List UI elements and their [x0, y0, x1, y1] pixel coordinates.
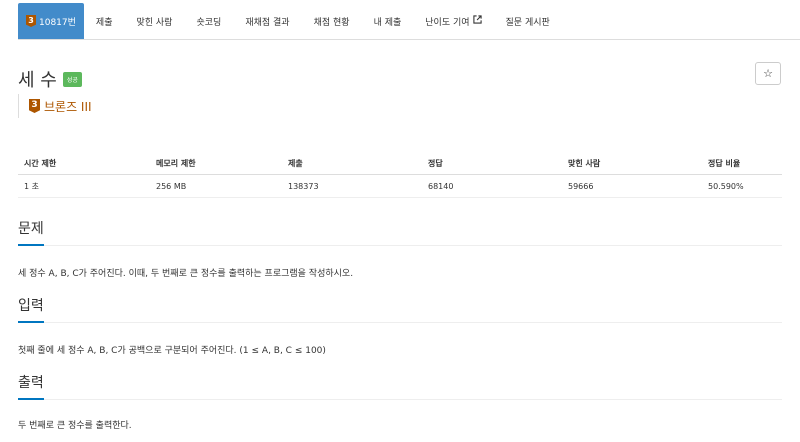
section-description: 문제 세 정수 A, B, C가 주어진다. 이때, 두 번째로 큰 정수를 출… — [18, 219, 782, 279]
tab-difficulty-label: 난이도 기여 — [425, 17, 470, 28]
bronze-tier-badge-icon: 3 — [29, 99, 40, 113]
tab-short-coding[interactable]: 숏코딩 — [184, 3, 233, 39]
bronze-tier-icon: 3 — [26, 15, 36, 27]
table-row: 1 초 256 MB 138373 68140 59666 50.590% — [18, 174, 782, 198]
section-body: 첫째 줄에 세 정수 A, B, C가 공백으로 구분되어 주어진다. (1 ≤… — [18, 346, 326, 356]
tab-problem-label: 10817번 — [39, 17, 76, 28]
status-badge: 성공 — [62, 71, 82, 87]
tab-difficulty-contribution[interactable]: 난이도 기여 — [413, 3, 493, 39]
tier-label: 브론즈 III — [44, 99, 92, 114]
favorite-star-button[interactable]: ☆ — [755, 62, 781, 85]
problem-nav-tabs: 3 10817번 제출 맞힌 사람 숏코딩 재채점 결과 채점 현황 내 제출 … — [18, 3, 800, 40]
header-submissions: 제출 — [282, 152, 422, 175]
cell-memory-limit: 256 MB — [150, 174, 282, 198]
section-title: 입력 — [18, 296, 782, 323]
section-title-text: 입력 — [18, 298, 44, 314]
problem-info-table: 시간 제한 메모리 제한 제출 정답 맞힌 사람 정답 비율 1 초 256 M… — [18, 152, 782, 198]
section-underline — [18, 398, 44, 400]
section-input: 입력 첫째 줄에 세 정수 A, B, C가 공백으로 구분되어 주어진다. (… — [18, 296, 782, 356]
section-underline — [18, 244, 44, 246]
tab-problem[interactable]: 3 10817번 — [18, 3, 84, 39]
section-title: 출력 — [18, 373, 782, 400]
section-underline — [18, 321, 44, 323]
section-title-text: 출력 — [18, 375, 44, 391]
tab-submit[interactable]: 제출 — [84, 3, 125, 39]
cell-time-limit: 1 초 — [18, 174, 150, 198]
cell-accept-ratio: 50.590% — [702, 174, 782, 198]
tab-rejudge-results[interactable]: 재채점 결과 — [233, 3, 301, 39]
cell-accepted: 68140 — [422, 174, 562, 198]
problem-tier: 3 브론즈 III — [18, 94, 92, 118]
header-time-limit: 시간 제한 — [18, 152, 150, 175]
header-accepted: 정답 — [422, 152, 562, 175]
tab-my-submissions[interactable]: 내 제출 — [362, 3, 414, 39]
section-body: 두 번째로 큰 정수를 출력한다. — [18, 421, 132, 431]
header-solved-users: 맞힌 사람 — [562, 152, 702, 175]
tab-judge-status[interactable]: 채점 현황 — [302, 3, 362, 39]
header-accept-ratio: 정답 비율 — [702, 152, 782, 175]
section-title: 문제 — [18, 219, 782, 246]
star-icon: ☆ — [763, 67, 773, 80]
section-output: 출력 두 번째로 큰 정수를 출력한다. — [18, 373, 782, 431]
problem-title: 세 수 — [18, 70, 57, 91]
header-memory-limit: 메모리 제한 — [150, 152, 282, 175]
problem-header: 세 수 성공 — [18, 66, 82, 92]
tab-question-board[interactable]: 질문 게시판 — [494, 3, 562, 39]
tab-solved-users[interactable]: 맞힌 사람 — [124, 3, 184, 39]
cell-submissions: 138373 — [282, 174, 422, 198]
table-header-row: 시간 제한 메모리 제한 제출 정답 맞힌 사람 정답 비율 — [18, 152, 782, 175]
cell-solved-users: 59666 — [562, 174, 702, 198]
section-body: 세 정수 A, B, C가 주어진다. 이때, 두 번째로 큰 정수를 출력하는… — [18, 269, 354, 279]
external-link-icon — [472, 15, 482, 27]
section-title-text: 문제 — [18, 221, 44, 237]
